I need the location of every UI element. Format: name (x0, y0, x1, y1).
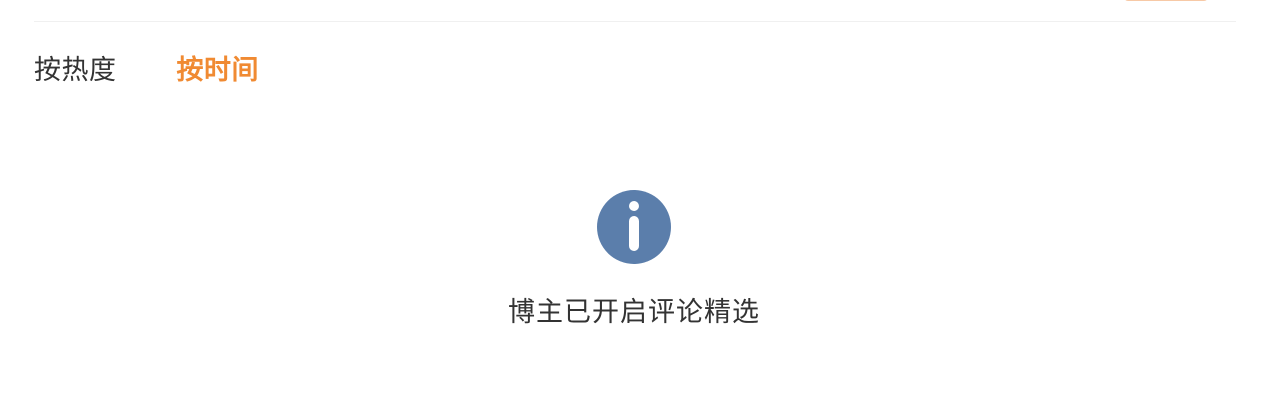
divider (34, 21, 1236, 22)
tab-sort-by-popularity[interactable]: 按热度 (34, 52, 117, 90)
info-icon (597, 190, 671, 264)
tab-sort-by-time[interactable]: 按时间 (177, 52, 260, 90)
empty-state-message: 博主已开启评论精选 (508, 297, 760, 328)
empty-state: 博主已开启评论精选 (0, 190, 1268, 332)
top-action-button-edge[interactable] (1124, 0, 1208, 1)
sort-tabs: 按热度 按时间 (34, 52, 259, 90)
comments-panel: 按热度 按时间 博主已开启评论精选 (0, 0, 1268, 408)
